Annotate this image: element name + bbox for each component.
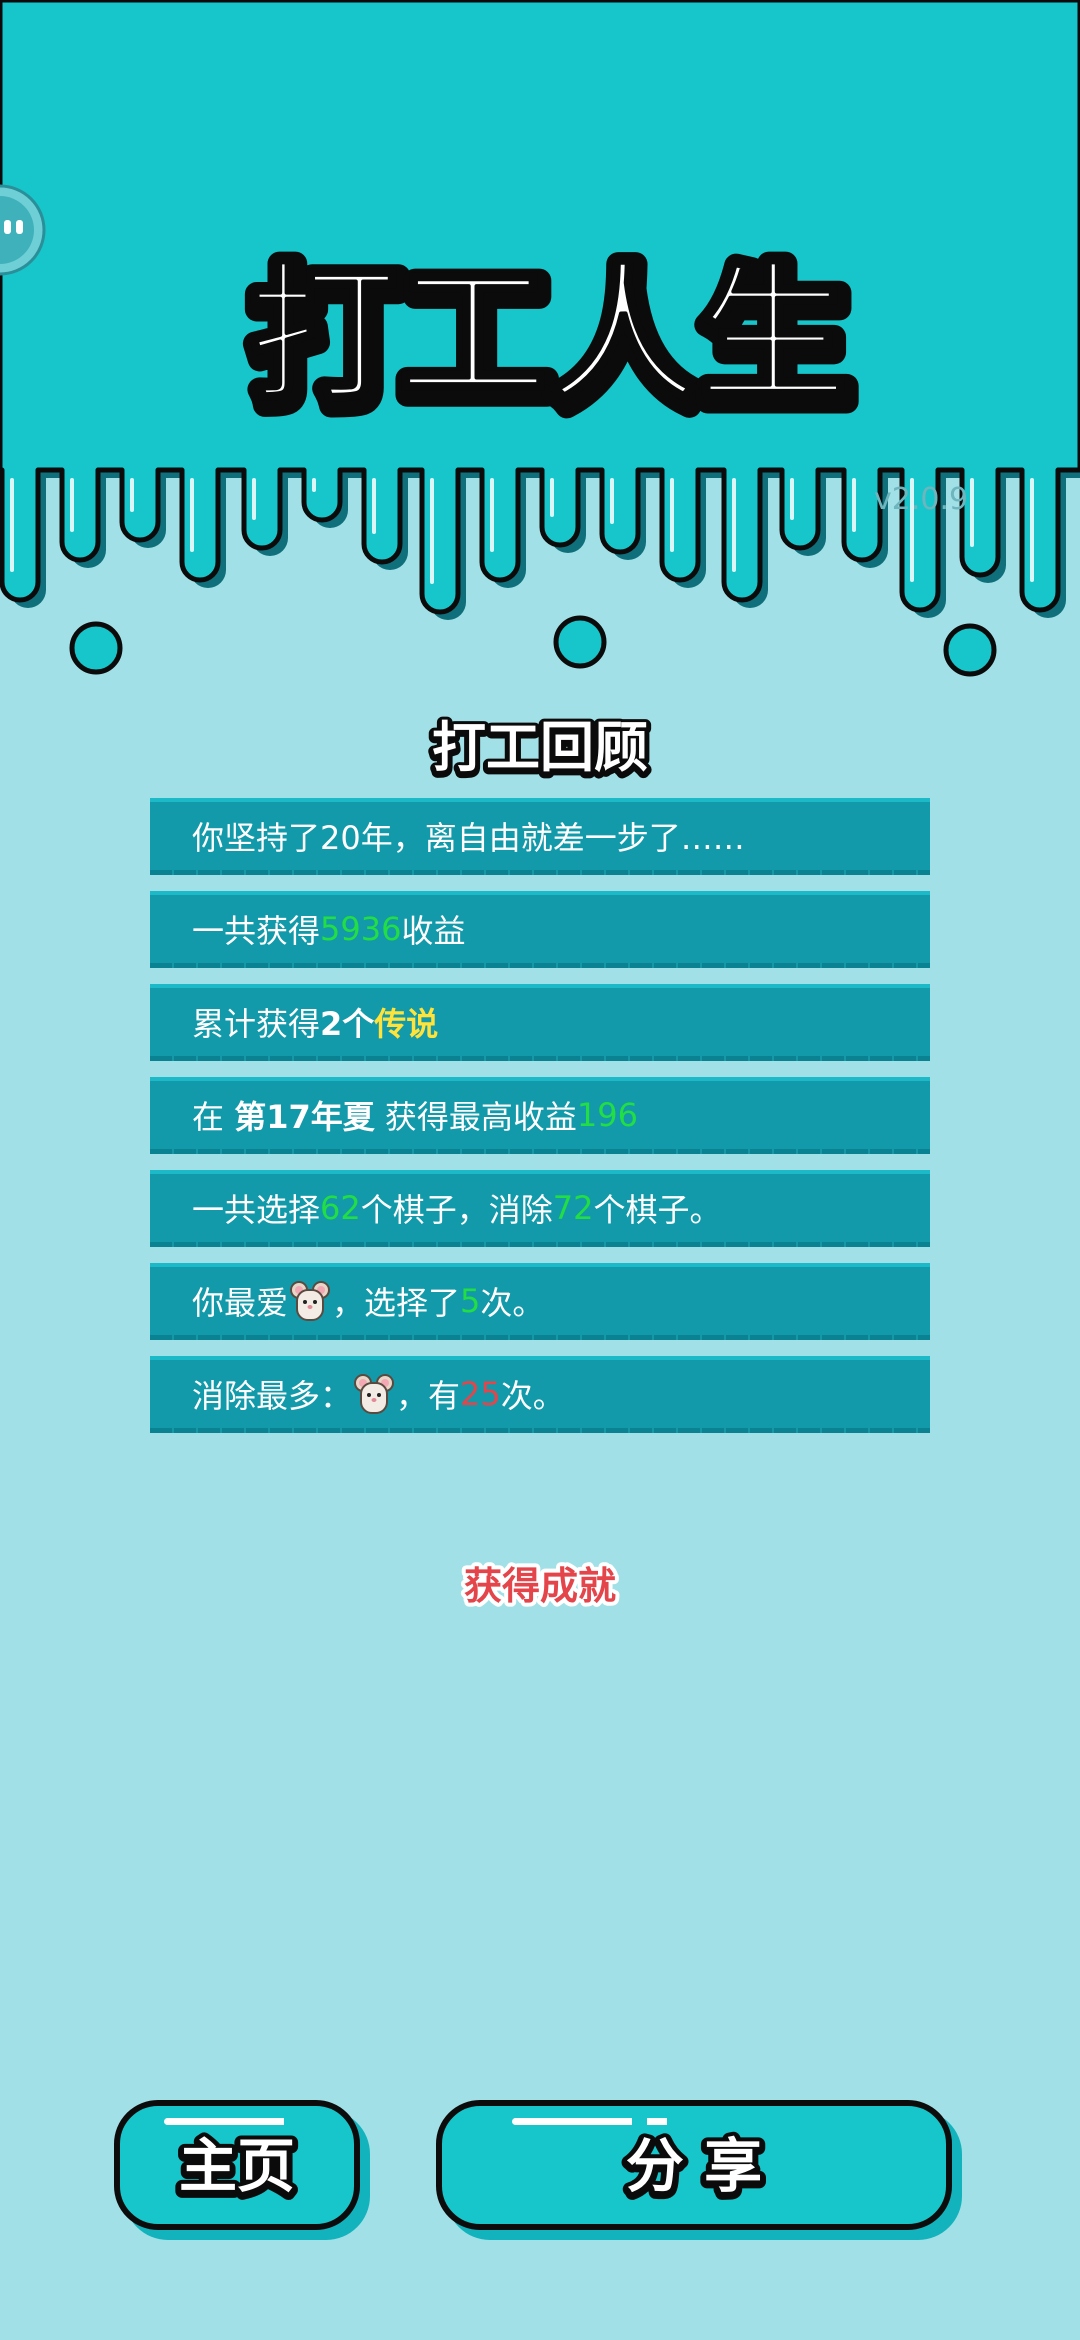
pieces-suffix: 个棋子。 xyxy=(593,1191,722,1229)
home-button-label: 主页 主页 xyxy=(173,2128,301,2208)
review-row-most-removed: 消除最多： ，有 25 次。 xyxy=(150,1356,930,1433)
share-button[interactable]: 分 享 分 享 xyxy=(436,2100,962,2240)
favorite-prefix: 你最爱 xyxy=(192,1284,289,1322)
svg-text:主页: 主页 xyxy=(179,2132,295,2200)
income-prefix: 一共获得 xyxy=(192,912,321,950)
removed-prefix: 消除最多： xyxy=(192,1377,353,1415)
pieces-prefix: 一共选择 xyxy=(192,1191,321,1229)
review-row-legend-count: 累计获得 2个 传说 xyxy=(150,984,930,1061)
legend-prefix: 累计获得 xyxy=(192,1005,321,1043)
favorite-times: 5 xyxy=(460,1282,481,1320)
version-label: v2.0.9 xyxy=(874,482,969,517)
legend-rarity: 传说 xyxy=(374,1005,439,1043)
removed-suffix: 次。 xyxy=(500,1377,565,1415)
income-suffix: 收益 xyxy=(401,912,466,950)
achievement-label: 获得成就 获得成就 xyxy=(460,1560,620,1612)
review-row-pieces: 一共选择 62 个棋子，消除 72 个棋子。 xyxy=(150,1170,930,1247)
review-row-favorite: 你最爱 ，选择了 5 次。 xyxy=(150,1263,930,1340)
svg-text:获得成就: 获得成就 xyxy=(464,1564,616,1608)
review-row-total-income: 一共获得 5936 收益 xyxy=(150,891,930,968)
legend-count: 2个 xyxy=(320,1005,375,1043)
svg-text:打工回顾: 打工回顾 xyxy=(432,716,648,779)
game-title: 打工人生 打工人生 xyxy=(240,242,864,430)
pieces-removed-value: 72 xyxy=(552,1189,594,1227)
drip-bubble xyxy=(69,621,123,675)
share-button-label: 分 享 分 享 xyxy=(620,2128,768,2208)
best-season-prefix: 在 xyxy=(192,1098,235,1136)
drip-bubble xyxy=(553,615,607,669)
mouse-icon xyxy=(354,1374,395,1414)
review-row-text: 你坚持了20年，离自由就差一步了…… xyxy=(192,819,745,857)
pieces-chosen-value: 62 xyxy=(320,1189,361,1227)
total-income-value: 5936 xyxy=(320,910,402,948)
best-season-name: 第17年夏 xyxy=(234,1098,375,1136)
section-title: 打工回顾 打工回顾 xyxy=(427,713,653,786)
best-season-value: 196 xyxy=(576,1096,638,1134)
review-row-best-season: 在 第17年夏 获得最高收益 196 xyxy=(150,1077,930,1154)
review-row-years: 你坚持了20年，离自由就差一步了…… xyxy=(150,798,930,875)
favorite-mid: ，选择了 xyxy=(332,1284,461,1322)
drip-bubble xyxy=(943,623,997,677)
removed-times: 25 xyxy=(460,1375,501,1413)
review-list: 你坚持了20年，离自由就差一步了…… 一共获得 5936 收益 累计获得 2个 传说 在… xyxy=(150,798,930,1449)
svg-text:分 享: 分 享 xyxy=(626,2132,762,2200)
mouse-icon xyxy=(290,1281,331,1321)
removed-mid: ，有 xyxy=(396,1377,461,1415)
best-season-middle: 获得最高收益 xyxy=(374,1098,577,1136)
pieces-mid: 个棋子，消除 xyxy=(360,1191,553,1229)
svg-text:打工人生: 打工人生 xyxy=(248,248,848,422)
home-button[interactable]: 主页 主页 xyxy=(114,2100,370,2240)
favorite-suffix: 次。 xyxy=(480,1284,545,1322)
